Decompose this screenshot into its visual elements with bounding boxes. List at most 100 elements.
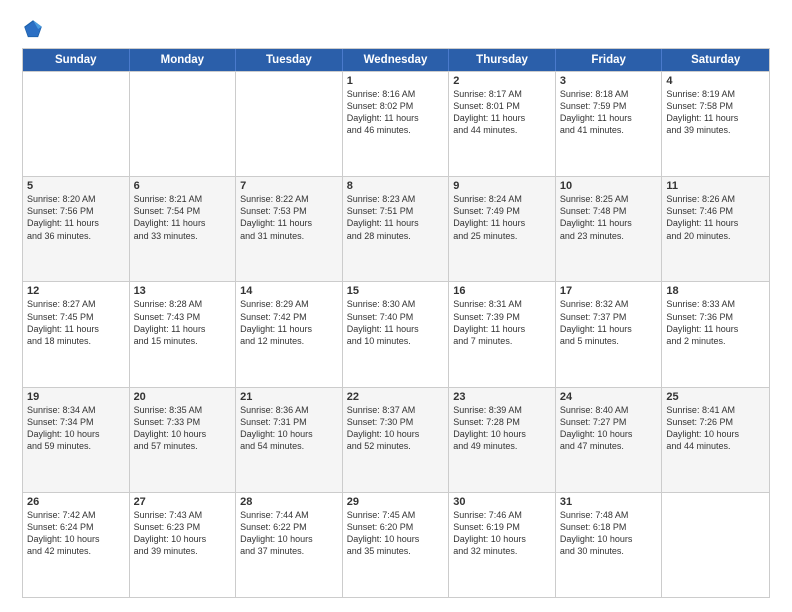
day-number: 27 bbox=[134, 496, 232, 508]
calendar-cell: 28Sunrise: 7:44 AM Sunset: 6:22 PM Dayli… bbox=[236, 493, 343, 597]
cell-detail: Sunrise: 8:21 AM Sunset: 7:54 PM Dayligh… bbox=[134, 193, 232, 242]
calendar-header-monday: Monday bbox=[130, 49, 237, 71]
day-number: 21 bbox=[240, 391, 338, 403]
calendar-cell bbox=[130, 72, 237, 176]
calendar-row-0: 1Sunrise: 8:16 AM Sunset: 8:02 PM Daylig… bbox=[23, 71, 769, 176]
calendar-cell: 8Sunrise: 8:23 AM Sunset: 7:51 PM Daylig… bbox=[343, 177, 450, 281]
cell-detail: Sunrise: 8:39 AM Sunset: 7:28 PM Dayligh… bbox=[453, 404, 551, 453]
cell-detail: Sunrise: 7:43 AM Sunset: 6:23 PM Dayligh… bbox=[134, 509, 232, 558]
cell-detail: Sunrise: 8:33 AM Sunset: 7:36 PM Dayligh… bbox=[666, 298, 765, 347]
calendar-cell: 12Sunrise: 8:27 AM Sunset: 7:45 PM Dayli… bbox=[23, 282, 130, 386]
cell-detail: Sunrise: 8:25 AM Sunset: 7:48 PM Dayligh… bbox=[560, 193, 658, 242]
cell-detail: Sunrise: 7:46 AM Sunset: 6:19 PM Dayligh… bbox=[453, 509, 551, 558]
calendar-cell: 5Sunrise: 8:20 AM Sunset: 7:56 PM Daylig… bbox=[23, 177, 130, 281]
calendar-cell: 2Sunrise: 8:17 AM Sunset: 8:01 PM Daylig… bbox=[449, 72, 556, 176]
day-number: 18 bbox=[666, 285, 765, 297]
day-number: 11 bbox=[666, 180, 765, 192]
day-number: 1 bbox=[347, 75, 445, 87]
cell-detail: Sunrise: 8:30 AM Sunset: 7:40 PM Dayligh… bbox=[347, 298, 445, 347]
cell-detail: Sunrise: 8:29 AM Sunset: 7:42 PM Dayligh… bbox=[240, 298, 338, 347]
cell-detail: Sunrise: 8:40 AM Sunset: 7:27 PM Dayligh… bbox=[560, 404, 658, 453]
calendar-cell: 25Sunrise: 8:41 AM Sunset: 7:26 PM Dayli… bbox=[662, 388, 769, 492]
calendar-header-row: SundayMondayTuesdayWednesdayThursdayFrid… bbox=[23, 49, 769, 71]
day-number: 30 bbox=[453, 496, 551, 508]
day-number: 7 bbox=[240, 180, 338, 192]
day-number: 22 bbox=[347, 391, 445, 403]
cell-detail: Sunrise: 8:28 AM Sunset: 7:43 PM Dayligh… bbox=[134, 298, 232, 347]
calendar-body: 1Sunrise: 8:16 AM Sunset: 8:02 PM Daylig… bbox=[23, 71, 769, 597]
cell-detail: Sunrise: 8:17 AM Sunset: 8:01 PM Dayligh… bbox=[453, 88, 551, 137]
cell-detail: Sunrise: 7:44 AM Sunset: 6:22 PM Dayligh… bbox=[240, 509, 338, 558]
calendar-cell: 16Sunrise: 8:31 AM Sunset: 7:39 PM Dayli… bbox=[449, 282, 556, 386]
day-number: 15 bbox=[347, 285, 445, 297]
cell-detail: Sunrise: 8:35 AM Sunset: 7:33 PM Dayligh… bbox=[134, 404, 232, 453]
day-number: 9 bbox=[453, 180, 551, 192]
calendar-header-wednesday: Wednesday bbox=[343, 49, 450, 71]
cell-detail: Sunrise: 8:18 AM Sunset: 7:59 PM Dayligh… bbox=[560, 88, 658, 137]
calendar-cell: 15Sunrise: 8:30 AM Sunset: 7:40 PM Dayli… bbox=[343, 282, 450, 386]
day-number: 14 bbox=[240, 285, 338, 297]
calendar-cell: 30Sunrise: 7:46 AM Sunset: 6:19 PM Dayli… bbox=[449, 493, 556, 597]
calendar-cell: 10Sunrise: 8:25 AM Sunset: 7:48 PM Dayli… bbox=[556, 177, 663, 281]
day-number: 8 bbox=[347, 180, 445, 192]
cell-detail: Sunrise: 8:27 AM Sunset: 7:45 PM Dayligh… bbox=[27, 298, 125, 347]
day-number: 24 bbox=[560, 391, 658, 403]
cell-detail: Sunrise: 8:19 AM Sunset: 7:58 PM Dayligh… bbox=[666, 88, 765, 137]
calendar-cell: 11Sunrise: 8:26 AM Sunset: 7:46 PM Dayli… bbox=[662, 177, 769, 281]
cell-detail: Sunrise: 8:24 AM Sunset: 7:49 PM Dayligh… bbox=[453, 193, 551, 242]
calendar-cell: 4Sunrise: 8:19 AM Sunset: 7:58 PM Daylig… bbox=[662, 72, 769, 176]
day-number: 25 bbox=[666, 391, 765, 403]
calendar-cell: 1Sunrise: 8:16 AM Sunset: 8:02 PM Daylig… bbox=[343, 72, 450, 176]
calendar-cell: 24Sunrise: 8:40 AM Sunset: 7:27 PM Dayli… bbox=[556, 388, 663, 492]
cell-detail: Sunrise: 8:32 AM Sunset: 7:37 PM Dayligh… bbox=[560, 298, 658, 347]
calendar-cell: 27Sunrise: 7:43 AM Sunset: 6:23 PM Dayli… bbox=[130, 493, 237, 597]
cell-detail: Sunrise: 8:37 AM Sunset: 7:30 PM Dayligh… bbox=[347, 404, 445, 453]
calendar-cell: 31Sunrise: 7:48 AM Sunset: 6:18 PM Dayli… bbox=[556, 493, 663, 597]
calendar-cell bbox=[236, 72, 343, 176]
day-number: 3 bbox=[560, 75, 658, 87]
calendar-row-1: 5Sunrise: 8:20 AM Sunset: 7:56 PM Daylig… bbox=[23, 176, 769, 281]
calendar-header-thursday: Thursday bbox=[449, 49, 556, 71]
calendar-cell: 21Sunrise: 8:36 AM Sunset: 7:31 PM Dayli… bbox=[236, 388, 343, 492]
calendar-cell: 22Sunrise: 8:37 AM Sunset: 7:30 PM Dayli… bbox=[343, 388, 450, 492]
day-number: 5 bbox=[27, 180, 125, 192]
calendar: SundayMondayTuesdayWednesdayThursdayFrid… bbox=[22, 48, 770, 598]
day-number: 10 bbox=[560, 180, 658, 192]
day-number: 4 bbox=[666, 75, 765, 87]
day-number: 28 bbox=[240, 496, 338, 508]
logo-icon bbox=[22, 18, 44, 40]
cell-detail: Sunrise: 8:22 AM Sunset: 7:53 PM Dayligh… bbox=[240, 193, 338, 242]
day-number: 19 bbox=[27, 391, 125, 403]
day-number: 13 bbox=[134, 285, 232, 297]
cell-detail: Sunrise: 8:34 AM Sunset: 7:34 PM Dayligh… bbox=[27, 404, 125, 453]
calendar-header-tuesday: Tuesday bbox=[236, 49, 343, 71]
logo bbox=[22, 18, 48, 40]
header bbox=[22, 18, 770, 40]
cell-detail: Sunrise: 8:20 AM Sunset: 7:56 PM Dayligh… bbox=[27, 193, 125, 242]
calendar-cell: 23Sunrise: 8:39 AM Sunset: 7:28 PM Dayli… bbox=[449, 388, 556, 492]
cell-detail: Sunrise: 7:42 AM Sunset: 6:24 PM Dayligh… bbox=[27, 509, 125, 558]
day-number: 12 bbox=[27, 285, 125, 297]
cell-detail: Sunrise: 8:36 AM Sunset: 7:31 PM Dayligh… bbox=[240, 404, 338, 453]
day-number: 2 bbox=[453, 75, 551, 87]
calendar-cell: 14Sunrise: 8:29 AM Sunset: 7:42 PM Dayli… bbox=[236, 282, 343, 386]
cell-detail: Sunrise: 7:48 AM Sunset: 6:18 PM Dayligh… bbox=[560, 509, 658, 558]
cell-detail: Sunrise: 8:41 AM Sunset: 7:26 PM Dayligh… bbox=[666, 404, 765, 453]
calendar-row-2: 12Sunrise: 8:27 AM Sunset: 7:45 PM Dayli… bbox=[23, 281, 769, 386]
calendar-cell: 19Sunrise: 8:34 AM Sunset: 7:34 PM Dayli… bbox=[23, 388, 130, 492]
calendar-header-friday: Friday bbox=[556, 49, 663, 71]
day-number: 29 bbox=[347, 496, 445, 508]
day-number: 16 bbox=[453, 285, 551, 297]
calendar-cell: 6Sunrise: 8:21 AM Sunset: 7:54 PM Daylig… bbox=[130, 177, 237, 281]
calendar-cell: 3Sunrise: 8:18 AM Sunset: 7:59 PM Daylig… bbox=[556, 72, 663, 176]
day-number: 20 bbox=[134, 391, 232, 403]
cell-detail: Sunrise: 8:23 AM Sunset: 7:51 PM Dayligh… bbox=[347, 193, 445, 242]
calendar-cell: 7Sunrise: 8:22 AM Sunset: 7:53 PM Daylig… bbox=[236, 177, 343, 281]
page: SundayMondayTuesdayWednesdayThursdayFrid… bbox=[0, 0, 792, 612]
day-number: 6 bbox=[134, 180, 232, 192]
calendar-header-saturday: Saturday bbox=[662, 49, 769, 71]
day-number: 31 bbox=[560, 496, 658, 508]
calendar-cell: 13Sunrise: 8:28 AM Sunset: 7:43 PM Dayli… bbox=[130, 282, 237, 386]
calendar-cell bbox=[23, 72, 130, 176]
calendar-cell bbox=[662, 493, 769, 597]
